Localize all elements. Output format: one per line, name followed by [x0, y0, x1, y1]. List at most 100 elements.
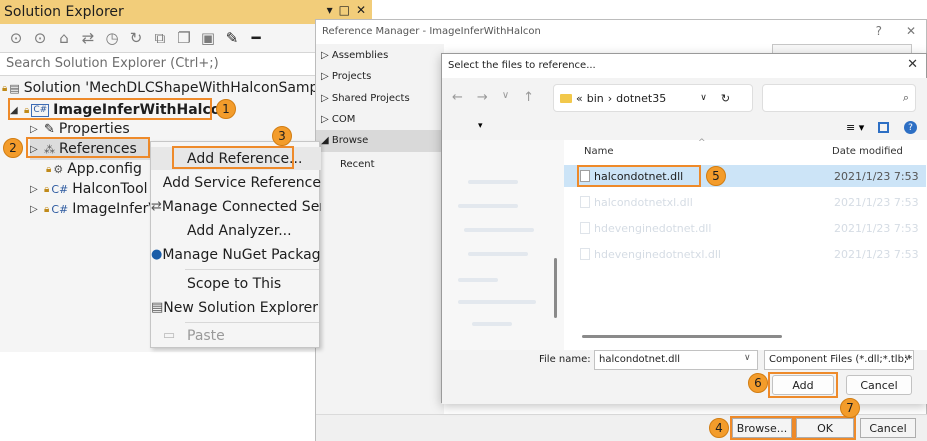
recent-chevron-icon[interactable]: ∨	[502, 90, 509, 105]
back-icon[interactable]: ⊙	[6, 29, 26, 47]
nav-com[interactable]: ▷ COM	[321, 114, 355, 125]
copy-icon[interactable]: ❐	[174, 29, 194, 47]
search-icon: ⌕	[902, 91, 909, 104]
title-buttons: ▾ □ ✕	[327, 3, 366, 17]
collapsed-arrow-icon[interactable]: ▷	[30, 204, 44, 215]
dll-file-icon	[580, 222, 590, 234]
show-all-icon[interactable]: ▣	[198, 29, 218, 47]
up-arrow-icon[interactable]: ↑	[523, 90, 534, 105]
menu-scope-to-this[interactable]: Scope to This	[151, 272, 321, 295]
file-name: halcondotnetxl.dll	[594, 195, 693, 209]
file-row[interactable]: halcondotnetxl.dll 2021/1/23 7:53	[564, 191, 926, 213]
properties-label: Properties	[58, 121, 130, 137]
preview-pane-icon[interactable]	[878, 122, 889, 133]
maximize-icon[interactable]: □	[339, 3, 350, 17]
solution-icon: ▤	[9, 81, 20, 95]
close-icon[interactable]: ✕	[356, 3, 366, 17]
path-segment-bin[interactable]: bin	[587, 92, 604, 105]
menu-manage-nuget[interactable]: ● Manage NuGet Packages	[151, 243, 321, 266]
imageinfer-label: ImageInferV	[72, 201, 158, 217]
close-icon[interactable]: ✕	[907, 57, 918, 72]
file-list-scrollbar[interactable]	[582, 335, 782, 338]
lock-icon: 🔒︎	[46, 163, 52, 175]
highlight-add-reference	[172, 146, 294, 169]
sidebar-item-blurred[interactable]	[464, 228, 534, 232]
sync-icon[interactable]: ⇄	[78, 29, 98, 47]
nav-projects[interactable]: ▷ Projects	[321, 71, 371, 82]
collapsed-arrow-icon[interactable]: ▷	[30, 184, 44, 195]
file-type-select[interactable]: Component Files (*.dll;*.tlb;*	[764, 350, 914, 370]
collapsed-arrow-icon[interactable]: ▷	[30, 124, 44, 135]
menu-add-analyzer[interactable]: Add Analyzer...	[151, 219, 321, 242]
sidebar-item-blurred[interactable]	[458, 300, 536, 304]
halcontool-label: HalconTool	[72, 181, 148, 197]
tree-solution-row[interactable]: 🔒︎ ▤ Solution 'MechDLCShapeWithHalconSam…	[2, 77, 335, 99]
refresh-icon[interactable]: ↻	[126, 29, 146, 47]
nav-browse[interactable]: ◢ Browse	[321, 135, 368, 146]
dropdown-icon[interactable]: ▾	[327, 3, 333, 17]
back-arrow-icon[interactable]: ←	[452, 90, 463, 105]
path-dropdown-icon[interactable]: ∨	[700, 93, 707, 103]
forward-arrow-icon[interactable]: →	[477, 90, 488, 105]
nav-recent[interactable]: Recent	[340, 159, 375, 170]
callout-badge: 1	[216, 99, 236, 119]
minus-icon[interactable]: ━	[246, 29, 266, 47]
highlight-browse	[730, 416, 794, 440]
nav-assemblies[interactable]: ▷ Assemblies	[321, 50, 388, 61]
menu-paste[interactable]: ▭ Paste	[151, 324, 321, 347]
file-row[interactable]: hdevenginedotnet.dll 2021/1/23 7:53	[564, 217, 926, 239]
tree-imageinfer-row[interactable]: ▷ 🔒︎ C# ImageInferV	[30, 198, 158, 220]
menu-label: Add Analyzer...	[187, 222, 292, 239]
path-prefix: «	[576, 91, 583, 105]
help-icon[interactable]: ?	[876, 24, 882, 38]
address-bar[interactable]: « bin › dotnet35 ∨ ↻	[553, 84, 753, 112]
solution-explorer-title: Solution Explorer	[4, 4, 124, 20]
config-icon: ⚙	[53, 162, 64, 176]
tree-appconfig-row[interactable]: 🔒︎ ⚙ App.config	[46, 158, 142, 180]
callout-badge: 3	[272, 126, 292, 146]
help-icon[interactable]: ?	[904, 121, 917, 134]
cancel-button[interactable]: Cancel	[860, 418, 916, 438]
cancel-button[interactable]: Cancel	[846, 375, 912, 395]
close-icon[interactable]: ✕	[906, 24, 916, 38]
column-header-date[interactable]: Date modified	[832, 146, 903, 157]
appconfig-label: App.config	[67, 161, 142, 177]
callout-badge: 4	[709, 418, 729, 438]
collapse-icon[interactable]: ⧉	[150, 29, 170, 47]
sidebar-item-blurred[interactable]	[468, 180, 518, 184]
column-header-name[interactable]: Name	[584, 146, 614, 157]
sidebar-item-blurred[interactable]	[458, 278, 498, 282]
file-date: 2021/1/23 7:53	[834, 221, 919, 235]
menu-new-solution-explorer-view[interactable]: ▤ New Solution Explorer View	[151, 296, 321, 319]
wrench-icon: ✎	[44, 121, 55, 137]
file-search-input[interactable]: ⌕	[762, 84, 916, 112]
organize-dropdown-icon[interactable]: ▾	[478, 121, 483, 131]
reference-manager-nav: ▷ Assemblies ▷ Projects ▷ Shared Project…	[316, 44, 444, 424]
nav-arrows: ← → ∨ ↑	[452, 90, 534, 105]
reference-manager-title: Reference Manager - ImageInferWithHalcon	[322, 26, 541, 37]
file-picker-sidebar	[442, 140, 564, 350]
file-name-input[interactable]: halcondotnet.dll	[594, 350, 758, 370]
file-row[interactable]: hdevenginedotnetxl.dll 2021/1/23 7:53	[564, 243, 926, 265]
tree-halcontool-row[interactable]: ▷ 🔒︎ C# HalconTool	[30, 178, 148, 200]
forward-icon[interactable]: ⊙	[30, 29, 50, 47]
sidebar-scrollbar[interactable]	[554, 258, 557, 318]
wrench-icon[interactable]: ✎	[222, 29, 242, 47]
csharp-file-icon: C#	[51, 202, 69, 216]
file-name-dropdown-icon[interactable]: ∨	[744, 353, 751, 363]
history-icon[interactable]: ◷	[102, 29, 122, 47]
sidebar-item-blurred[interactable]	[472, 322, 512, 326]
menu-add-service-reference[interactable]: Add Service Reference	[151, 171, 321, 194]
sidebar-item-blurred[interactable]	[468, 252, 528, 256]
view-menu-icon[interactable]: ≡ ▾	[846, 121, 864, 134]
nav-shared-projects[interactable]: ▷ Shared Projects	[321, 93, 410, 104]
home-icon[interactable]: ⌂	[54, 29, 74, 47]
refresh-icon[interactable]: ↻	[721, 92, 730, 105]
menu-label: Scope to This	[187, 275, 282, 292]
menu-manage-connected-services[interactable]: ⇄ Manage Connected Services	[151, 195, 321, 218]
file-type-dropdown-icon[interactable]: ∨	[904, 353, 911, 363]
sidebar-item-blurred[interactable]	[458, 204, 518, 208]
callout-badge: 7	[840, 398, 860, 418]
path-segment-dotnet35[interactable]: dotnet35	[616, 92, 666, 105]
highlight-file	[577, 165, 701, 187]
